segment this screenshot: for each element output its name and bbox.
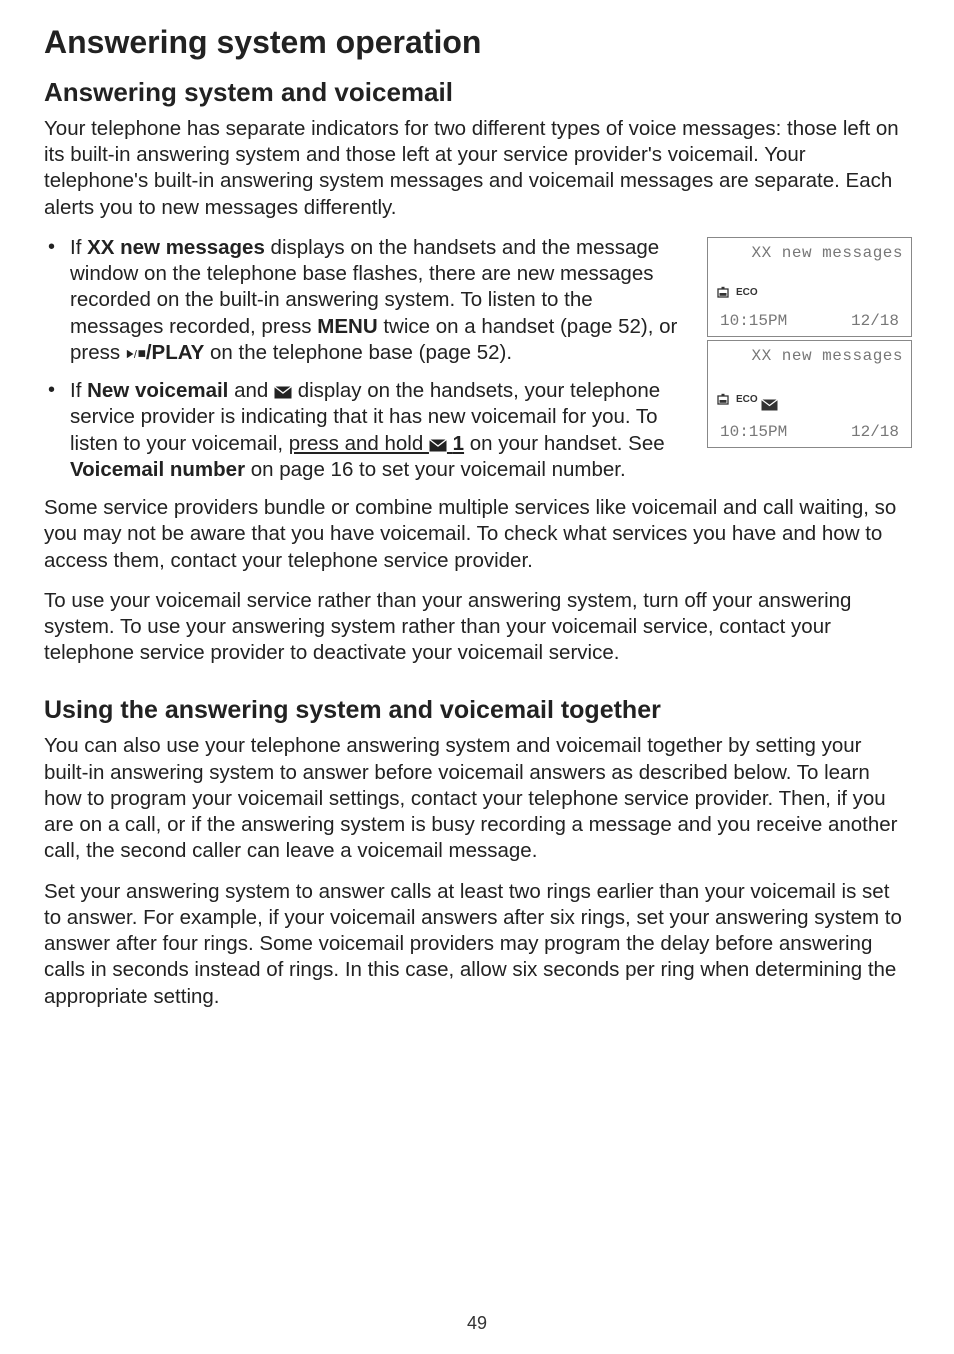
svg-text:/: / — [134, 349, 138, 361]
section2-paragraph-2: Set your answering system to answer call… — [44, 879, 910, 1010]
u-pre: press and hold — [289, 432, 429, 455]
bold-text: New voicemail — [87, 379, 228, 402]
section2-paragraph-1: You can also use your telephone answerin… — [44, 733, 910, 864]
text: on page 16 to set your voicemail number. — [245, 458, 626, 481]
envelope-icon — [429, 439, 447, 452]
bold-text: XX new messages — [87, 236, 265, 259]
section-heading-2: Using the answering system and voicemail… — [44, 696, 910, 725]
bold-text: MENU — [317, 315, 377, 338]
underlined-text: press and hold 1 — [289, 432, 464, 455]
text: If — [70, 379, 87, 402]
paragraph-after-2: To use your voicemail service rather tha… — [44, 588, 910, 667]
bold-text: Voicemail number — [70, 458, 245, 481]
paragraph-after-bullets: Some service providers bundle or combine… — [44, 495, 910, 574]
text: on the telephone base (page 52). — [204, 341, 512, 364]
page-number: 49 — [0, 1313, 954, 1334]
bullet-list: If XX new messages displays on the hands… — [44, 235, 910, 483]
play-stop-icon: / — [126, 347, 146, 361]
page-container: Answering system operation Answering sys… — [0, 0, 954, 1354]
intro-paragraph: Your telephone has separate indicators f… — [44, 116, 910, 221]
page-title: Answering system operation — [44, 24, 910, 61]
text: If — [70, 236, 87, 259]
bold-text: /PLAY — [146, 341, 205, 364]
text: and — [228, 379, 274, 402]
bullet-item-1: If XX new messages displays on the hands… — [44, 235, 910, 366]
bullet-item-2: If New voicemail and display on the hand… — [44, 378, 910, 483]
section-heading-1: Answering system and voicemail — [44, 77, 910, 108]
underlined-bold: 1 — [453, 432, 464, 455]
text: on your handset. See — [464, 432, 665, 455]
envelope-icon — [274, 386, 292, 399]
